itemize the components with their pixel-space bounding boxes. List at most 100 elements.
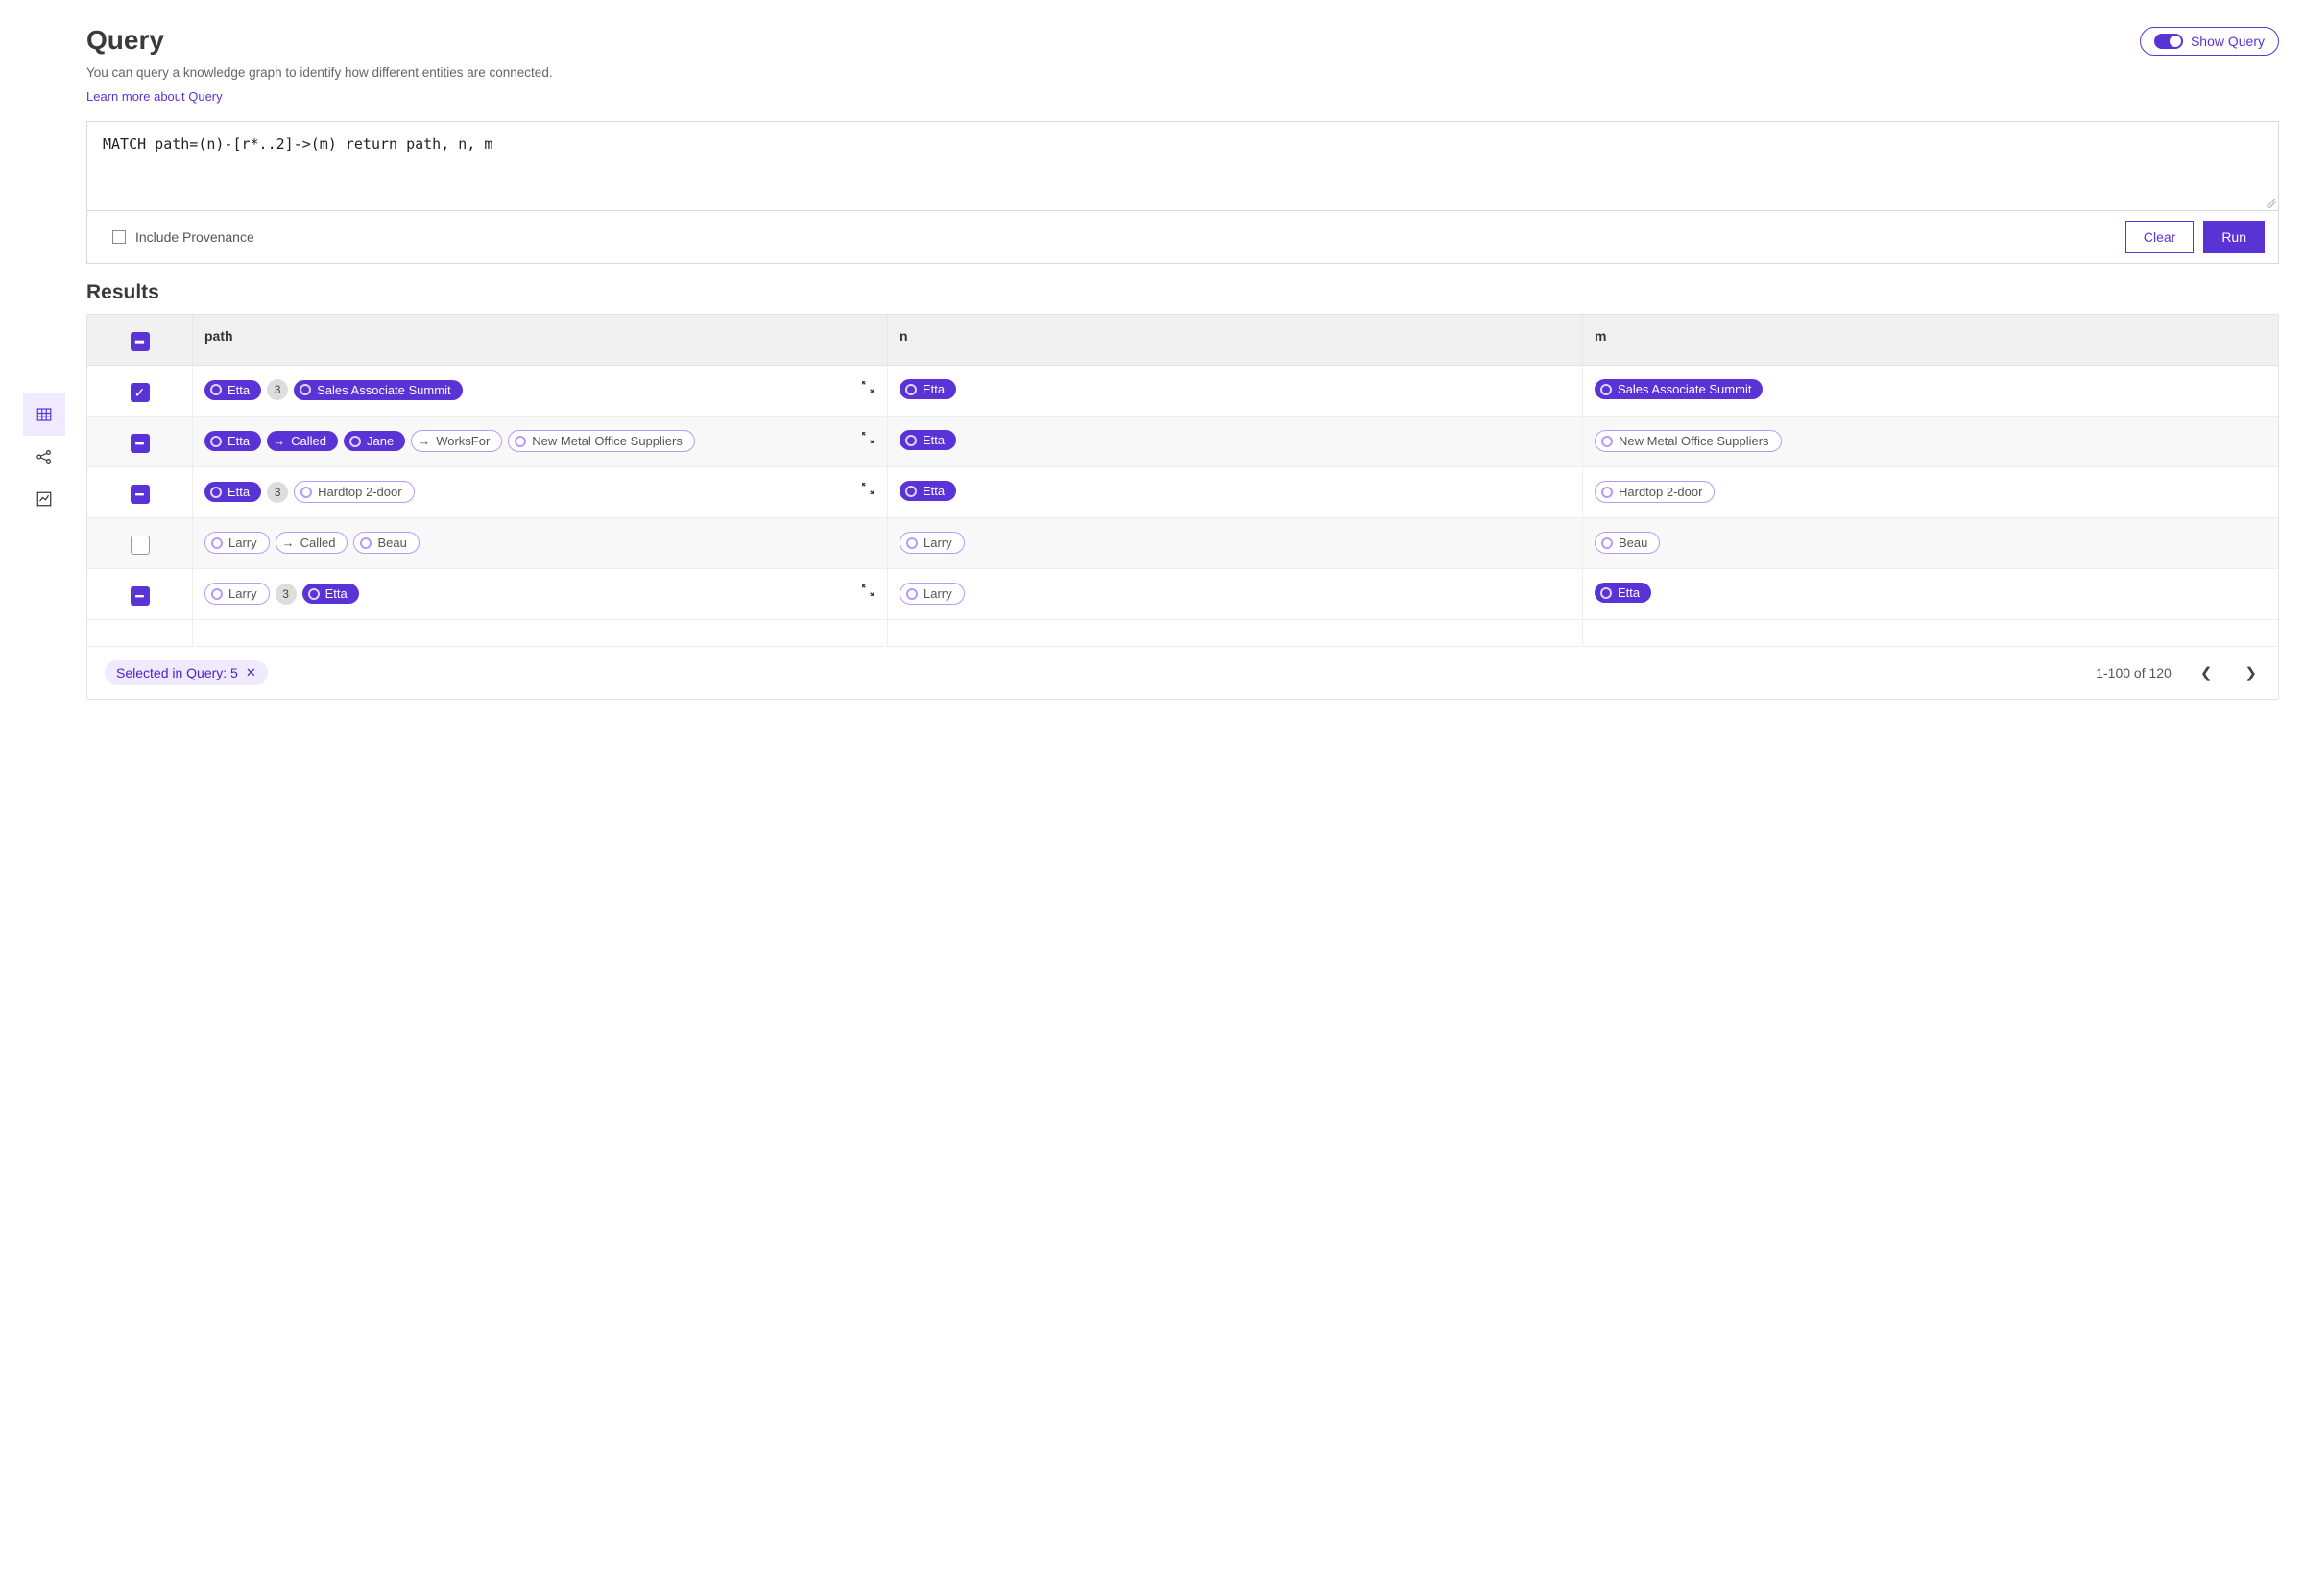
- col-m[interactable]: m: [1583, 315, 2278, 365]
- node-chip[interactable]: Etta: [204, 431, 261, 451]
- node-chip[interactable]: Etta: [302, 584, 359, 604]
- chip-label: Etta: [923, 434, 945, 446]
- node-chip[interactable]: Etta: [900, 430, 956, 450]
- edge-chip[interactable]: →Called: [267, 431, 338, 451]
- count-badge: 3: [267, 482, 288, 503]
- node-dot-icon: [349, 436, 361, 447]
- table-row: ━ Etta 3 Hardtop 2-door Etta Hardtop 2-door: [87, 467, 2278, 518]
- node-chip[interactable]: New Metal Office Suppliers: [1595, 430, 1782, 452]
- selected-chip[interactable]: Selected in Query: 5 ✕: [105, 660, 268, 685]
- node-chip[interactable]: Etta: [900, 379, 956, 399]
- node-chip[interactable]: Etta: [204, 482, 261, 502]
- chip-label: Etta: [325, 587, 348, 600]
- node-dot-icon: [300, 487, 312, 498]
- row-checkbox[interactable]: ━: [131, 485, 150, 504]
- resize-icon[interactable]: [2267, 199, 2276, 208]
- node-chip[interactable]: Sales Associate Summit: [1595, 379, 1763, 399]
- chip-label: Larry: [924, 536, 952, 549]
- node-chip[interactable]: Hardtop 2-door: [1595, 481, 1715, 503]
- node-chip[interactable]: Etta: [1595, 583, 1651, 603]
- chip-label: Beau: [377, 536, 406, 549]
- expand-icon[interactable]: [860, 430, 877, 447]
- table-row: ✓ Etta 3 Sales Associate Summit Etta Sales As…: [87, 366, 2278, 417]
- chip-label: Called: [300, 536, 336, 549]
- row-checkbox[interactable]: ━: [131, 434, 150, 453]
- tab-graph[interactable]: [23, 436, 65, 478]
- node-chip[interactable]: Jane: [344, 431, 405, 451]
- node-dot-icon: [210, 436, 222, 447]
- node-dot-icon: [1600, 384, 1612, 395]
- node-chip[interactable]: Sales Associate Summit: [294, 380, 462, 400]
- row-checkbox[interactable]: [131, 536, 150, 555]
- clear-button[interactable]: Clear: [2125, 221, 2194, 253]
- page-subtitle: You can query a knowledge graph to ident…: [86, 65, 553, 80]
- chip-label: Etta: [228, 486, 250, 498]
- node-chip[interactable]: Beau: [1595, 532, 1660, 554]
- edge-chip[interactable]: → Called: [276, 532, 348, 554]
- results-table: ━ path n m ✓ Etta 3 Sales Associate Summit E…: [86, 314, 2279, 700]
- query-input[interactable]: MATCH path=(n)-[r*..2]->(m) return path,…: [87, 122, 2278, 210]
- chip-label: Hardtop 2-door: [1619, 486, 1702, 498]
- show-query-toggle[interactable]: Show Query: [2140, 27, 2279, 56]
- table-row: ━ Larry 3 Etta Larry Etta: [87, 569, 2278, 620]
- chip-label: Sales Associate Summit: [1618, 383, 1751, 395]
- chip-label: Etta: [228, 435, 250, 447]
- chip-label: Etta: [923, 383, 945, 395]
- arrow-icon: →: [282, 536, 295, 549]
- node-chip[interactable]: Etta: [900, 481, 956, 501]
- tab-table[interactable]: [23, 393, 65, 436]
- chip-label: Beau: [1619, 536, 1647, 549]
- node-chip[interactable]: Larry: [204, 532, 270, 554]
- run-button[interactable]: Run: [2203, 221, 2265, 253]
- chip-label: Sales Associate Summit: [317, 384, 450, 396]
- expand-icon[interactable]: [860, 481, 877, 498]
- node-dot-icon: [210, 487, 222, 498]
- node-dot-icon: [360, 537, 372, 549]
- next-page-button[interactable]: ❯: [2241, 662, 2261, 683]
- node-chip[interactable]: New Metal Office Suppliers: [508, 430, 695, 452]
- chip-label: Larry: [924, 587, 952, 600]
- prev-page-button[interactable]: ❮: [2196, 662, 2217, 683]
- chip-label: Larry: [228, 587, 257, 600]
- node-dot-icon: [308, 588, 320, 600]
- chip-label: Larry: [228, 536, 257, 549]
- node-chip[interactable]: Larry: [900, 583, 965, 605]
- node-dot-icon: [1601, 537, 1613, 549]
- node-chip[interactable]: Beau: [353, 532, 419, 554]
- node-dot-icon: [906, 588, 918, 600]
- chip-label: Etta: [228, 384, 250, 396]
- arrow-icon: →: [418, 435, 430, 447]
- edge-chip[interactable]: → WorksFor: [411, 430, 502, 452]
- node-dot-icon: [905, 384, 917, 395]
- count-badge: 3: [276, 584, 297, 605]
- node-dot-icon: [1601, 487, 1613, 498]
- count-badge: 3: [267, 379, 288, 400]
- node-dot-icon: [1600, 587, 1612, 599]
- chip-label: Etta: [923, 485, 945, 497]
- node-chip[interactable]: Etta: [204, 380, 261, 400]
- chip-label: Jane: [367, 435, 394, 447]
- node-chip[interactable]: Larry: [900, 532, 965, 554]
- chip-label: New Metal Office Suppliers: [532, 435, 683, 447]
- show-query-label: Show Query: [2191, 34, 2265, 49]
- node-chip[interactable]: Larry: [204, 583, 270, 605]
- table-icon: [36, 406, 53, 423]
- page-title: Query: [86, 25, 553, 56]
- select-all-checkbox[interactable]: ━: [131, 332, 150, 351]
- col-n[interactable]: n: [888, 315, 1583, 365]
- node-chip[interactable]: Hardtop 2-door: [294, 481, 414, 503]
- row-checkbox[interactable]: ✓: [131, 383, 150, 402]
- include-provenance-checkbox[interactable]: Include Provenance: [112, 229, 254, 245]
- node-dot-icon: [905, 435, 917, 446]
- learn-more-link[interactable]: Learn more about Query: [86, 89, 223, 104]
- clear-selection-icon[interactable]: ✕: [246, 665, 256, 680]
- tab-chart[interactable]: [23, 478, 65, 520]
- chip-label: WorksFor: [436, 435, 490, 447]
- expand-icon[interactable]: [860, 583, 877, 600]
- node-dot-icon: [1601, 436, 1613, 447]
- col-path[interactable]: path: [193, 315, 888, 365]
- node-dot-icon: [906, 537, 918, 549]
- node-dot-icon: [211, 588, 223, 600]
- row-checkbox[interactable]: ━: [131, 586, 150, 606]
- expand-icon[interactable]: [860, 379, 877, 396]
